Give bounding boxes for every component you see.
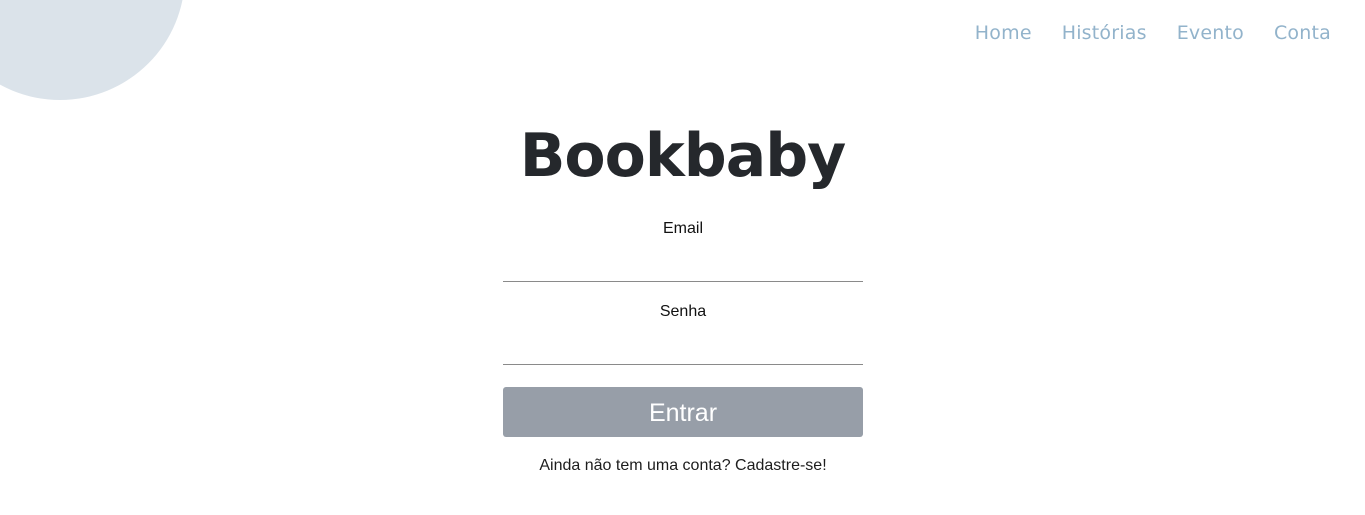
nav-item-historias[interactable]: Histórias xyxy=(1062,24,1147,43)
password-field[interactable] xyxy=(503,320,863,365)
nav-item-home[interactable]: Home xyxy=(975,24,1032,43)
password-label: Senha xyxy=(659,303,707,320)
top-navigation: Home Histórias Evento Conta xyxy=(975,24,1331,43)
login-page: Home Histórias Evento Conta Bookbaby Ema… xyxy=(0,0,1365,515)
email-field[interactable] xyxy=(503,237,863,282)
login-button[interactable]: Entrar xyxy=(503,387,863,437)
decorative-circle xyxy=(0,0,185,100)
signup-prompt-text: Ainda não tem uma conta? xyxy=(539,457,731,474)
signup-link[interactable]: Cadastre-se! xyxy=(735,457,827,474)
nav-item-evento[interactable]: Evento xyxy=(1177,24,1244,43)
brand-logo-title: Bookbaby xyxy=(519,121,847,191)
login-form: Email Senha Entrar Ainda não tem uma con… xyxy=(503,216,863,475)
email-label: Email xyxy=(662,220,703,237)
nav-item-conta[interactable]: Conta xyxy=(1274,24,1331,43)
signup-prompt-row: Ainda não tem uma conta? Cadastre-se! xyxy=(503,457,863,475)
